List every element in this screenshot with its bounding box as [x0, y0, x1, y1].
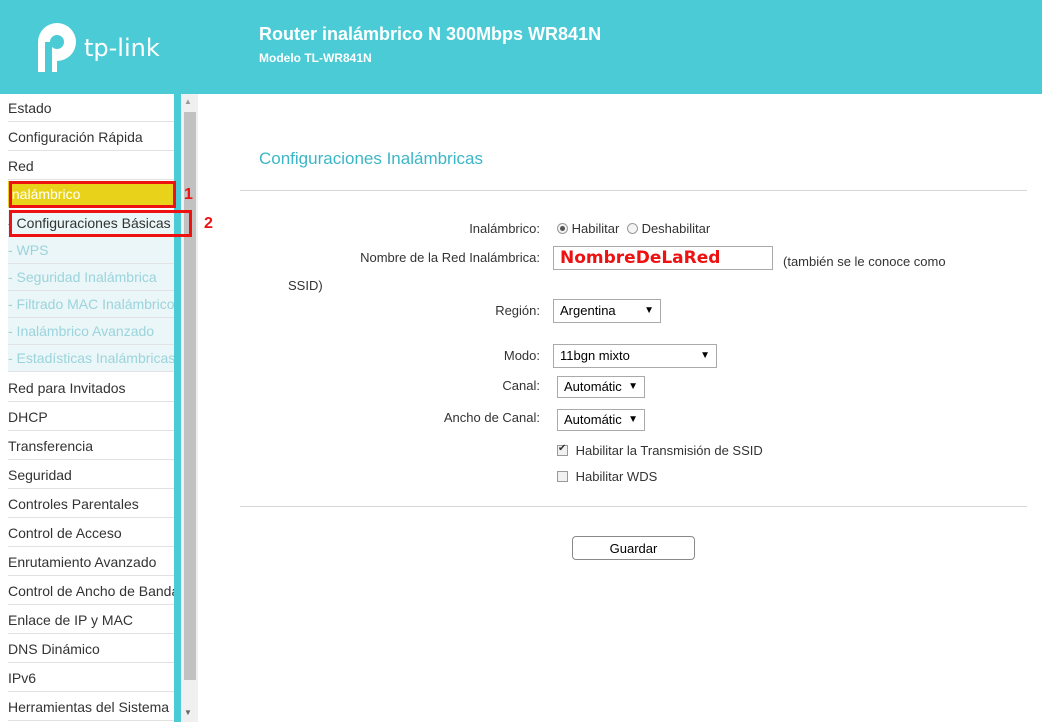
- callout-number-2: 2: [204, 215, 213, 232]
- page-title: Configuraciones Inalámbricas: [259, 149, 483, 168]
- disable-radio[interactable]: [626, 223, 638, 234]
- sidebar-item-transferencia[interactable]: Transferencia: [8, 432, 174, 460]
- sidebar-item-enlace-ip-mac[interactable]: Enlace de IP y MAC: [8, 606, 174, 634]
- enable-radio[interactable]: [557, 223, 568, 234]
- wireless-radio-group: Habilitar Deshabilitar: [557, 221, 710, 236]
- ssid-broadcast-label: Habilitar la Transmisión de SSID: [575, 443, 763, 458]
- wds-label: Habilitar WDS: [575, 469, 658, 484]
- tp-link-logo-icon: [38, 23, 76, 72]
- region-select-value: Argentina: [560, 303, 616, 318]
- channel-label: Canal:: [502, 378, 540, 393]
- callout-box-2: [9, 210, 192, 237]
- router-title: Router inalámbrico N 300Mbps WR841N: [259, 24, 602, 44]
- ssid-input[interactable]: NombreDeLaRed: [553, 246, 773, 270]
- ssid-broadcast-checkbox[interactable]: [557, 443, 568, 456]
- sidebar-item-seguridad[interactable]: Seguridad: [8, 461, 174, 489]
- dropdown-arrow-icon: ▼: [628, 381, 638, 392]
- ssid-note-continued: SSID): [288, 278, 323, 293]
- sidebar-item-ipv6[interactable]: IPv6: [8, 664, 174, 692]
- dropdown-arrow-icon: ▼: [700, 350, 710, 361]
- callout-number-1: 1: [184, 186, 193, 203]
- divider-bottom: [240, 506, 1027, 507]
- scroll-down-arrow-icon[interactable]: ▼: [184, 708, 192, 717]
- sidebar-item-estado[interactable]: Estado: [8, 94, 174, 122]
- mode-label: Modo:: [503, 348, 540, 363]
- mode-select[interactable]: 11bgn mixto ▼: [553, 344, 717, 368]
- wds-checkbox[interactable]: [557, 471, 568, 482]
- ssid-label: Nombre de la Red Inalámbrica:: [360, 250, 540, 265]
- ssid-broadcast-row: Habilitar la Transmisión de SSID: [557, 443, 763, 458]
- header-bar: tp-link Router inalámbrico N 300Mbps WR8…: [0, 0, 1042, 94]
- disable-radio-label: Deshabilitar: [641, 221, 711, 236]
- region-select[interactable]: Argentina ▼: [553, 299, 661, 323]
- tp-link-logo[interactable]: tp-link: [34, 22, 194, 74]
- channel-select[interactable]: Automátic ▼: [557, 376, 645, 398]
- sidebar-item-red[interactable]: Red: [8, 152, 174, 180]
- channel-width-select[interactable]: Automátic ▼: [557, 409, 645, 431]
- dropdown-arrow-icon: ▼: [644, 305, 654, 316]
- sidebar-item-configuracion-rapida[interactable]: Configuración Rápida: [8, 123, 174, 151]
- sidebar-subitem-seguridad-inalambrica[interactable]: - Seguridad Inalámbrica: [8, 264, 174, 291]
- scroll-up-arrow-icon[interactable]: ▲: [184, 97, 192, 106]
- sidebar-subitem-inalambrico-avanzado[interactable]: - Inalámbrico Avanzado: [8, 318, 174, 345]
- sidebar-item-control-ancho-banda[interactable]: Control de Ancho de Banda: [8, 577, 174, 605]
- router-model: Modelo TL-WR841N: [259, 51, 372, 65]
- sidebar-subitem-filtrado-mac[interactable]: - Filtrado MAC Inalámbrico: [8, 291, 174, 318]
- callout-box-1: [9, 181, 176, 208]
- sidebar-subitem-estadisticas[interactable]: - Estadísticas Inalámbricas: [8, 345, 174, 372]
- region-label: Región:: [495, 303, 540, 318]
- sidebar-subitem-wps[interactable]: - WPS: [8, 237, 174, 264]
- sidebar-item-control-acceso[interactable]: Control de Acceso: [8, 519, 174, 547]
- channel-width-select-value: Automátic: [564, 412, 622, 427]
- channel-width-label: Ancho de Canal:: [443, 410, 540, 425]
- sidebar-item-controles-parentales[interactable]: Controles Parentales: [8, 490, 174, 518]
- ssid-note: (también se le conoce como: [783, 254, 946, 269]
- divider-top: [240, 190, 1027, 191]
- logo-text: tp-link: [84, 34, 160, 62]
- sidebar-item-dns-dinamico[interactable]: DNS Dinámico: [8, 635, 174, 663]
- dropdown-arrow-icon: ▼: [628, 414, 638, 425]
- save-button[interactable]: Guardar: [572, 536, 695, 560]
- wireless-label: Inalámbrico:: [469, 221, 540, 236]
- wds-row: Habilitar WDS: [557, 469, 657, 484]
- mode-select-value: 11bgn mixto: [560, 348, 630, 363]
- sidebar-item-dhcp[interactable]: DHCP: [8, 403, 174, 431]
- sidebar-item-herramientas[interactable]: Herramientas del Sistema: [8, 693, 174, 721]
- sidebar-item-enrutamiento-avanzado[interactable]: Enrutamiento Avanzado: [8, 548, 174, 576]
- sidebar-item-red-invitados[interactable]: Red para Invitados: [8, 374, 174, 402]
- channel-select-value: Automátic: [564, 379, 622, 394]
- enable-radio-label: Habilitar: [571, 221, 620, 236]
